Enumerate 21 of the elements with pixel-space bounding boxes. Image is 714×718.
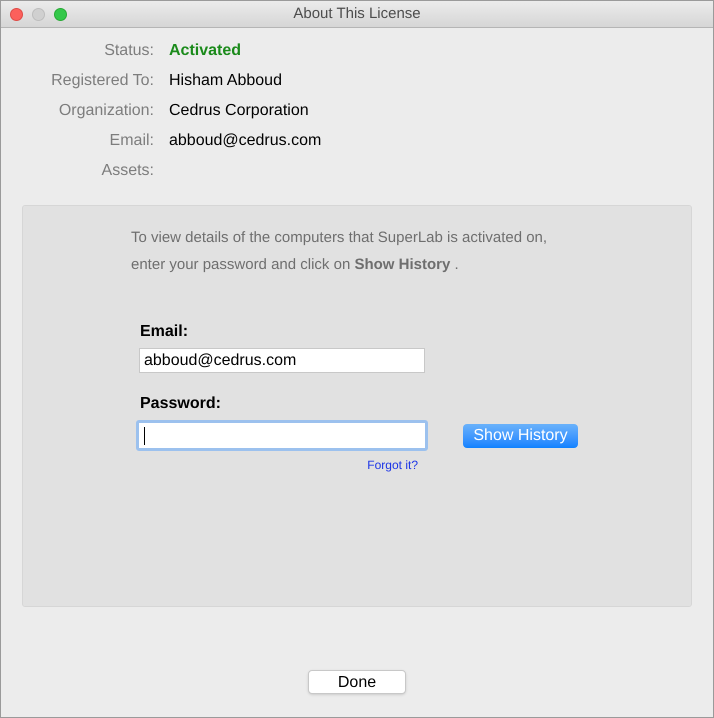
field-label: Assets: [100, 161, 154, 181]
field-label: Password: [140, 395, 222, 413]
field-label: Email: [108, 131, 154, 151]
email-field[interactable]: abboud@cedrus.com [139, 348, 425, 373]
instruction-text: To view details of the computers that SuperLab is activated on, [131, 228, 548, 248]
field-label: Status: [103, 41, 154, 61]
field-value: Cedrus Corporation [169, 101, 309, 121]
close-icon[interactable] [10, 8, 23, 20]
field-value: Activated [169, 41, 242, 61]
field-value: abboud@cedrus.com [169, 131, 322, 151]
field-value: Hisham Abboud [169, 71, 282, 91]
forgot-password-link[interactable]: Forgot it? [367, 456, 418, 474]
done-button[interactable]: Done [308, 670, 406, 694]
zoom-icon[interactable] [54, 8, 67, 20]
minimize-icon[interactable] [32, 8, 45, 20]
window-title: About This License [292, 4, 422, 24]
instruction-text: enter your password and click on Show History . [131, 255, 460, 275]
field-label: Email: [140, 323, 190, 341]
password-field[interactable] [136, 420, 428, 451]
field-label: Organization: [58, 101, 154, 121]
field-label: Registered To: [50, 71, 154, 91]
